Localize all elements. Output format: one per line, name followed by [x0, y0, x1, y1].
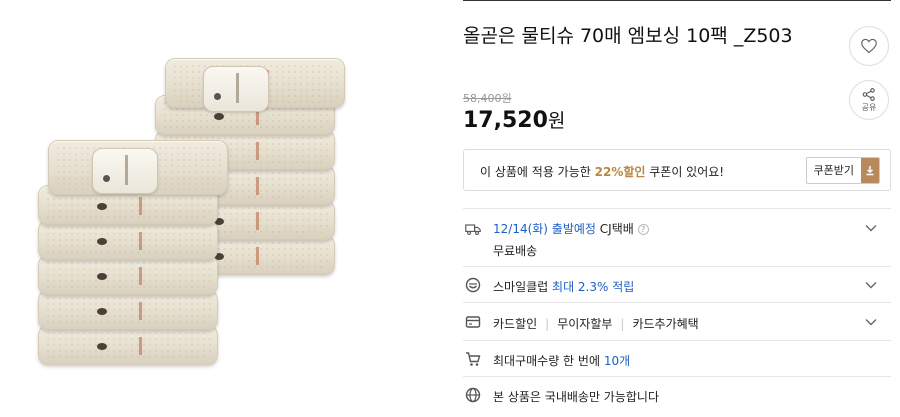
card-item: 카드추가혜택 — [632, 317, 699, 331]
globe-icon — [465, 387, 481, 403]
get-coupon-button[interactable]: 쿠폰받기 — [805, 157, 880, 184]
shipping-fee: 무료배송 — [493, 244, 538, 258]
card-item: 카드할인 — [493, 317, 538, 331]
card-icon — [465, 316, 481, 328]
truck-icon — [465, 224, 481, 235]
domestic-shipping-row: 본 상품은 국내배송만 가능합니다 — [463, 376, 891, 417]
card-item: 무이자할부 — [557, 317, 613, 331]
wipe-pack — [38, 325, 218, 365]
question-icon[interactable]: ? — [637, 224, 649, 235]
shipping-info: 12/14(화) 출발예정 CJ택배 ? — [493, 220, 649, 237]
top-divider — [463, 0, 891, 1]
price-number: 17,520 — [463, 108, 548, 133]
membership-benefit: 최대 2.3% 적립 — [552, 280, 635, 294]
share-caption: 공유 — [861, 102, 877, 112]
chevron-down-icon[interactable] — [865, 279, 877, 291]
coupon-discount: 22%할인 — [594, 165, 646, 179]
purchase-limit-value: 10개 — [603, 354, 631, 368]
membership-row[interactable]: 스마일클럽 최대 2.3% 적립 — [463, 266, 891, 302]
share-icon — [862, 87, 875, 101]
membership-label: 스마일클럽 — [493, 280, 549, 294]
smile-icon — [465, 277, 481, 293]
purchase-limit-text: 최대구매수량 한 번에 — [493, 354, 604, 368]
coupon-text-after: 쿠폰이 있어요! — [645, 165, 725, 179]
cart-icon — [466, 352, 481, 366]
shipping-date: 12/14(화) 출발예정 — [493, 222, 596, 236]
card-info: 카드할인 | 무이자할부 | 카드추가혜택 — [493, 317, 699, 331]
chevron-down-icon[interactable] — [865, 222, 877, 234]
share-button[interactable]: 공유 — [849, 80, 889, 120]
wipe-lid — [92, 148, 158, 194]
shipping-row[interactable]: 12/14(화) 출발예정 CJ택배 ? 무료배송 — [463, 208, 891, 266]
coupon-text-before: 이 상품에 적용 가능한 — [480, 165, 595, 179]
wipe-pack — [38, 290, 218, 330]
wipe-pack — [38, 220, 218, 260]
coupon-banner: 이 상품에 적용 가능한 22%할인 쿠폰이 있어요! 쿠폰받기 — [463, 149, 891, 191]
membership-info: 스마일클럽 최대 2.3% 적립 — [493, 278, 634, 295]
purchase-limit-info: 최대구매수량 한 번에 10개 — [493, 352, 630, 369]
coupon-message: 이 상품에 적용 가능한 22%할인 쿠폰이 있어요! — [480, 163, 724, 180]
card-benefit-row[interactable]: 카드할인 | 무이자할부 | 카드추가혜택 — [463, 302, 891, 340]
product-image — [0, 0, 450, 417]
purchase-limit-row: 최대구매수량 한 번에 10개 — [463, 340, 891, 376]
original-price: 58,400원 — [463, 92, 512, 105]
wipe-lid — [203, 66, 269, 112]
heart-icon — [861, 38, 877, 54]
shipping-carrier: CJ택배 — [599, 222, 634, 236]
download-icon — [861, 158, 879, 183]
product-detail: 올곧은 물티슈 70매 엠보싱 10팩 _Z503 공유 58,400원 17,… — [463, 0, 891, 417]
wish-button[interactable] — [849, 26, 889, 66]
get-coupon-label: 쿠폰받기 — [806, 158, 861, 183]
price-unit: 원 — [547, 110, 566, 132]
domestic-shipping-text: 본 상품은 국내배송만 가능합니다 — [493, 390, 660, 404]
sale-price: 17,520원 — [463, 106, 565, 133]
wipe-pack — [38, 255, 218, 295]
product-title: 올곧은 물티슈 70매 엠보싱 10팩 _Z503 — [463, 25, 793, 47]
chevron-down-icon[interactable] — [865, 316, 877, 328]
